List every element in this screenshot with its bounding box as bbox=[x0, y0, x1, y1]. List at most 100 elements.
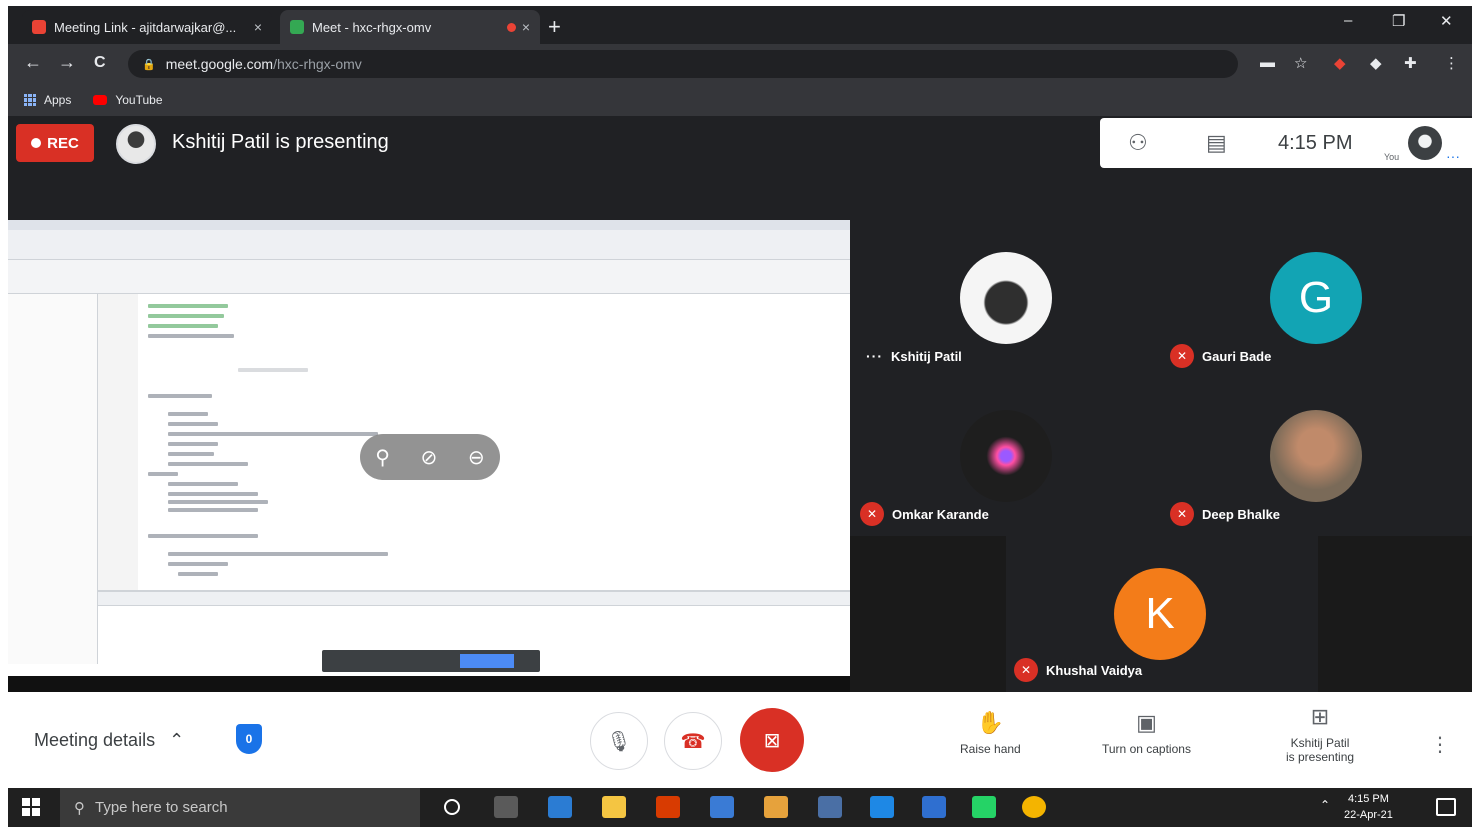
tab-meet[interactable]: Meet - hxc-rhgx-omv × bbox=[280, 10, 540, 44]
tab-meeting-link[interactable]: Meeting Link - ajitdarwajkar@... × bbox=[22, 10, 272, 44]
raise-hand-icon: ✋ bbox=[976, 710, 1005, 735]
cortana-icon[interactable] bbox=[444, 799, 460, 815]
microphone-button[interactable]: 🎙 bbox=[590, 712, 648, 770]
bookmark-apps[interactable]: Apps bbox=[24, 93, 71, 107]
participant-avatar bbox=[960, 410, 1052, 502]
show-hidden-icons-icon[interactable]: ⌃ bbox=[1320, 798, 1330, 812]
mic-off-icon: ✕ bbox=[1014, 658, 1038, 682]
participant-name: Deep Bhalke bbox=[1202, 506, 1281, 522]
presenter-floating-controls[interactable]: ⚲ ⊘ ⊖ bbox=[360, 434, 500, 480]
chevron-up-icon: ⌃ bbox=[169, 730, 185, 750]
search-placeholder: Type here to search bbox=[95, 799, 228, 816]
ide-title-bar bbox=[8, 220, 850, 230]
browser-tab-bar: Meeting Link - ajitdarwajkar@... × Meet … bbox=[8, 6, 1472, 44]
captions-button[interactable]: ▣ Turn on captions bbox=[1102, 710, 1191, 756]
restore-button[interactable]: ❐ bbox=[1392, 12, 1405, 30]
empty-tile bbox=[1318, 536, 1472, 692]
present-screen-icon: ⊞ bbox=[1310, 704, 1330, 729]
ide-toolbar bbox=[8, 260, 850, 294]
back-button[interactable]: ← bbox=[24, 52, 42, 73]
meet-stage: REC Kshitij Patil is presenting ⚇ ▤ 4:15… bbox=[8, 116, 1472, 692]
participant-name-tag: ✕ Deep Bhalke bbox=[1170, 502, 1280, 526]
reload-button[interactable]: C bbox=[94, 54, 106, 72]
hang-up-icon: ☎ bbox=[680, 730, 706, 753]
participant-avatar bbox=[1270, 410, 1362, 502]
pin-icon[interactable]: ⚲ bbox=[375, 445, 390, 470]
camera-in-use-icon[interactable]: ▬ bbox=[1260, 54, 1275, 71]
windows-start-icon[interactable] bbox=[22, 798, 40, 816]
meeting-details-label: Meeting details bbox=[34, 730, 156, 750]
taskbar-search-box[interactable]: ⚲ Type here to search bbox=[60, 788, 420, 827]
task-view-icon[interactable] bbox=[494, 796, 518, 818]
meet-favicon-icon bbox=[290, 20, 304, 34]
browser-menu-icon[interactable]: ⋮ bbox=[1444, 54, 1459, 72]
app-pin-icon[interactable] bbox=[764, 796, 788, 818]
participant-name: Khushal Vaidya bbox=[1046, 662, 1143, 678]
close-tab-icon[interactable]: × bbox=[522, 19, 530, 35]
raise-hand-button[interactable]: ✋ Raise hand bbox=[960, 710, 1021, 756]
rec-label: REC bbox=[47, 134, 79, 152]
app-pin-icon[interactable] bbox=[818, 796, 842, 818]
windows-taskbar: ⚲ Type here to search ⌃ 4:15 PM 22-Apr-2… bbox=[8, 788, 1472, 827]
remove-icon[interactable]: ⊖ bbox=[468, 445, 485, 470]
address-bar[interactable]: 🔒 meet.google.com /hxc-rhgx-omv bbox=[128, 50, 1238, 78]
forward-button[interactable]: → bbox=[58, 52, 76, 73]
ide-menu-bar bbox=[8, 230, 850, 260]
chrome-icon[interactable] bbox=[1022, 796, 1046, 818]
participant-avatar bbox=[960, 252, 1052, 344]
browser-toolbar: ← → C 🔒 meet.google.com /hxc-rhgx-omv ▬ … bbox=[8, 44, 1472, 84]
host-controls-shield-icon[interactable]: 0 bbox=[236, 724, 262, 754]
mic-off-icon: ✕ bbox=[1170, 344, 1194, 368]
participant-name: Kshitij Patil bbox=[891, 348, 962, 364]
console-tabs bbox=[98, 592, 850, 606]
participant-name: Omkar Karande bbox=[892, 506, 989, 522]
ide-project-panel bbox=[8, 294, 98, 664]
presenting-button[interactable]: ⊞ Kshitij Patil is presenting bbox=[1286, 704, 1354, 764]
screen-share-toast bbox=[322, 650, 540, 672]
file-explorer-icon[interactable] bbox=[602, 796, 626, 818]
tab-title: Meeting Link - ajitdarwajkar@... bbox=[54, 19, 237, 35]
meeting-details-button[interactable]: Meeting details ⌃ bbox=[34, 730, 184, 751]
chat-icon[interactable]: ▤ bbox=[1206, 130, 1227, 156]
app-pin-icon[interactable] bbox=[656, 796, 680, 818]
participant-name: Gauri Bade bbox=[1202, 348, 1272, 364]
more-options-icon[interactable]: ··· bbox=[1446, 148, 1460, 164]
new-tab-button[interactable]: + bbox=[548, 14, 561, 40]
url-host: meet.google.com bbox=[165, 56, 274, 72]
extension-icon[interactable]: ◆ bbox=[1334, 54, 1346, 72]
app-pin-icon[interactable] bbox=[870, 796, 894, 818]
camera-button[interactable]: ⊠ bbox=[740, 708, 804, 772]
url-path: /hxc-rhgx-omv bbox=[273, 56, 362, 72]
shared-screen: ⚲ ⊘ ⊖ bbox=[8, 220, 850, 692]
bookmarks-bar: Apps YouTube bbox=[8, 84, 1472, 116]
minimize-button[interactable]: – bbox=[1344, 12, 1352, 29]
extensions-puzzle-icon[interactable]: ✚ bbox=[1404, 54, 1417, 72]
participant-name-tag: ✕ Khushal Vaidya bbox=[1014, 658, 1142, 682]
extension-icon[interactable]: ◆ bbox=[1370, 54, 1382, 72]
record-dot-icon bbox=[31, 138, 42, 148]
close-window-button[interactable]: ✕ bbox=[1440, 12, 1453, 30]
app-pin-icon[interactable] bbox=[548, 796, 572, 818]
notification-center-icon[interactable] bbox=[1436, 798, 1456, 816]
bookmark-youtube[interactable]: YouTube bbox=[93, 93, 163, 107]
app-pin-icon[interactable] bbox=[710, 796, 734, 818]
people-icon[interactable]: ⚇ bbox=[1128, 130, 1148, 156]
more-options-button[interactable]: ⋮ bbox=[1430, 732, 1450, 757]
leave-call-button[interactable]: ☎ bbox=[664, 712, 722, 770]
youtube-icon bbox=[93, 95, 108, 105]
participant-avatar: G bbox=[1270, 252, 1362, 344]
presenting-label-line1: Kshitij Patil bbox=[1290, 736, 1350, 750]
participant-avatar: K bbox=[1114, 568, 1206, 660]
camera-off-icon: ⊠ bbox=[763, 729, 781, 752]
mic-off-icon: ✕ bbox=[860, 502, 884, 526]
microphone-icon: 🎙 bbox=[606, 730, 632, 753]
app-pin-icon[interactable] bbox=[922, 796, 946, 818]
whatsapp-icon[interactable] bbox=[972, 796, 996, 818]
self-avatar[interactable] bbox=[1408, 126, 1442, 160]
bookmark-star-icon[interactable]: ☆ bbox=[1294, 54, 1307, 72]
close-tab-icon[interactable]: × bbox=[254, 19, 262, 35]
system-clock[interactable]: 4:15 PM 22-Apr-21 bbox=[1344, 791, 1393, 823]
apps-grid-icon bbox=[24, 94, 36, 106]
mute-icon[interactable]: ⊘ bbox=[421, 445, 438, 470]
participant-name-tag: ✕ Gauri Bade bbox=[1170, 344, 1271, 368]
